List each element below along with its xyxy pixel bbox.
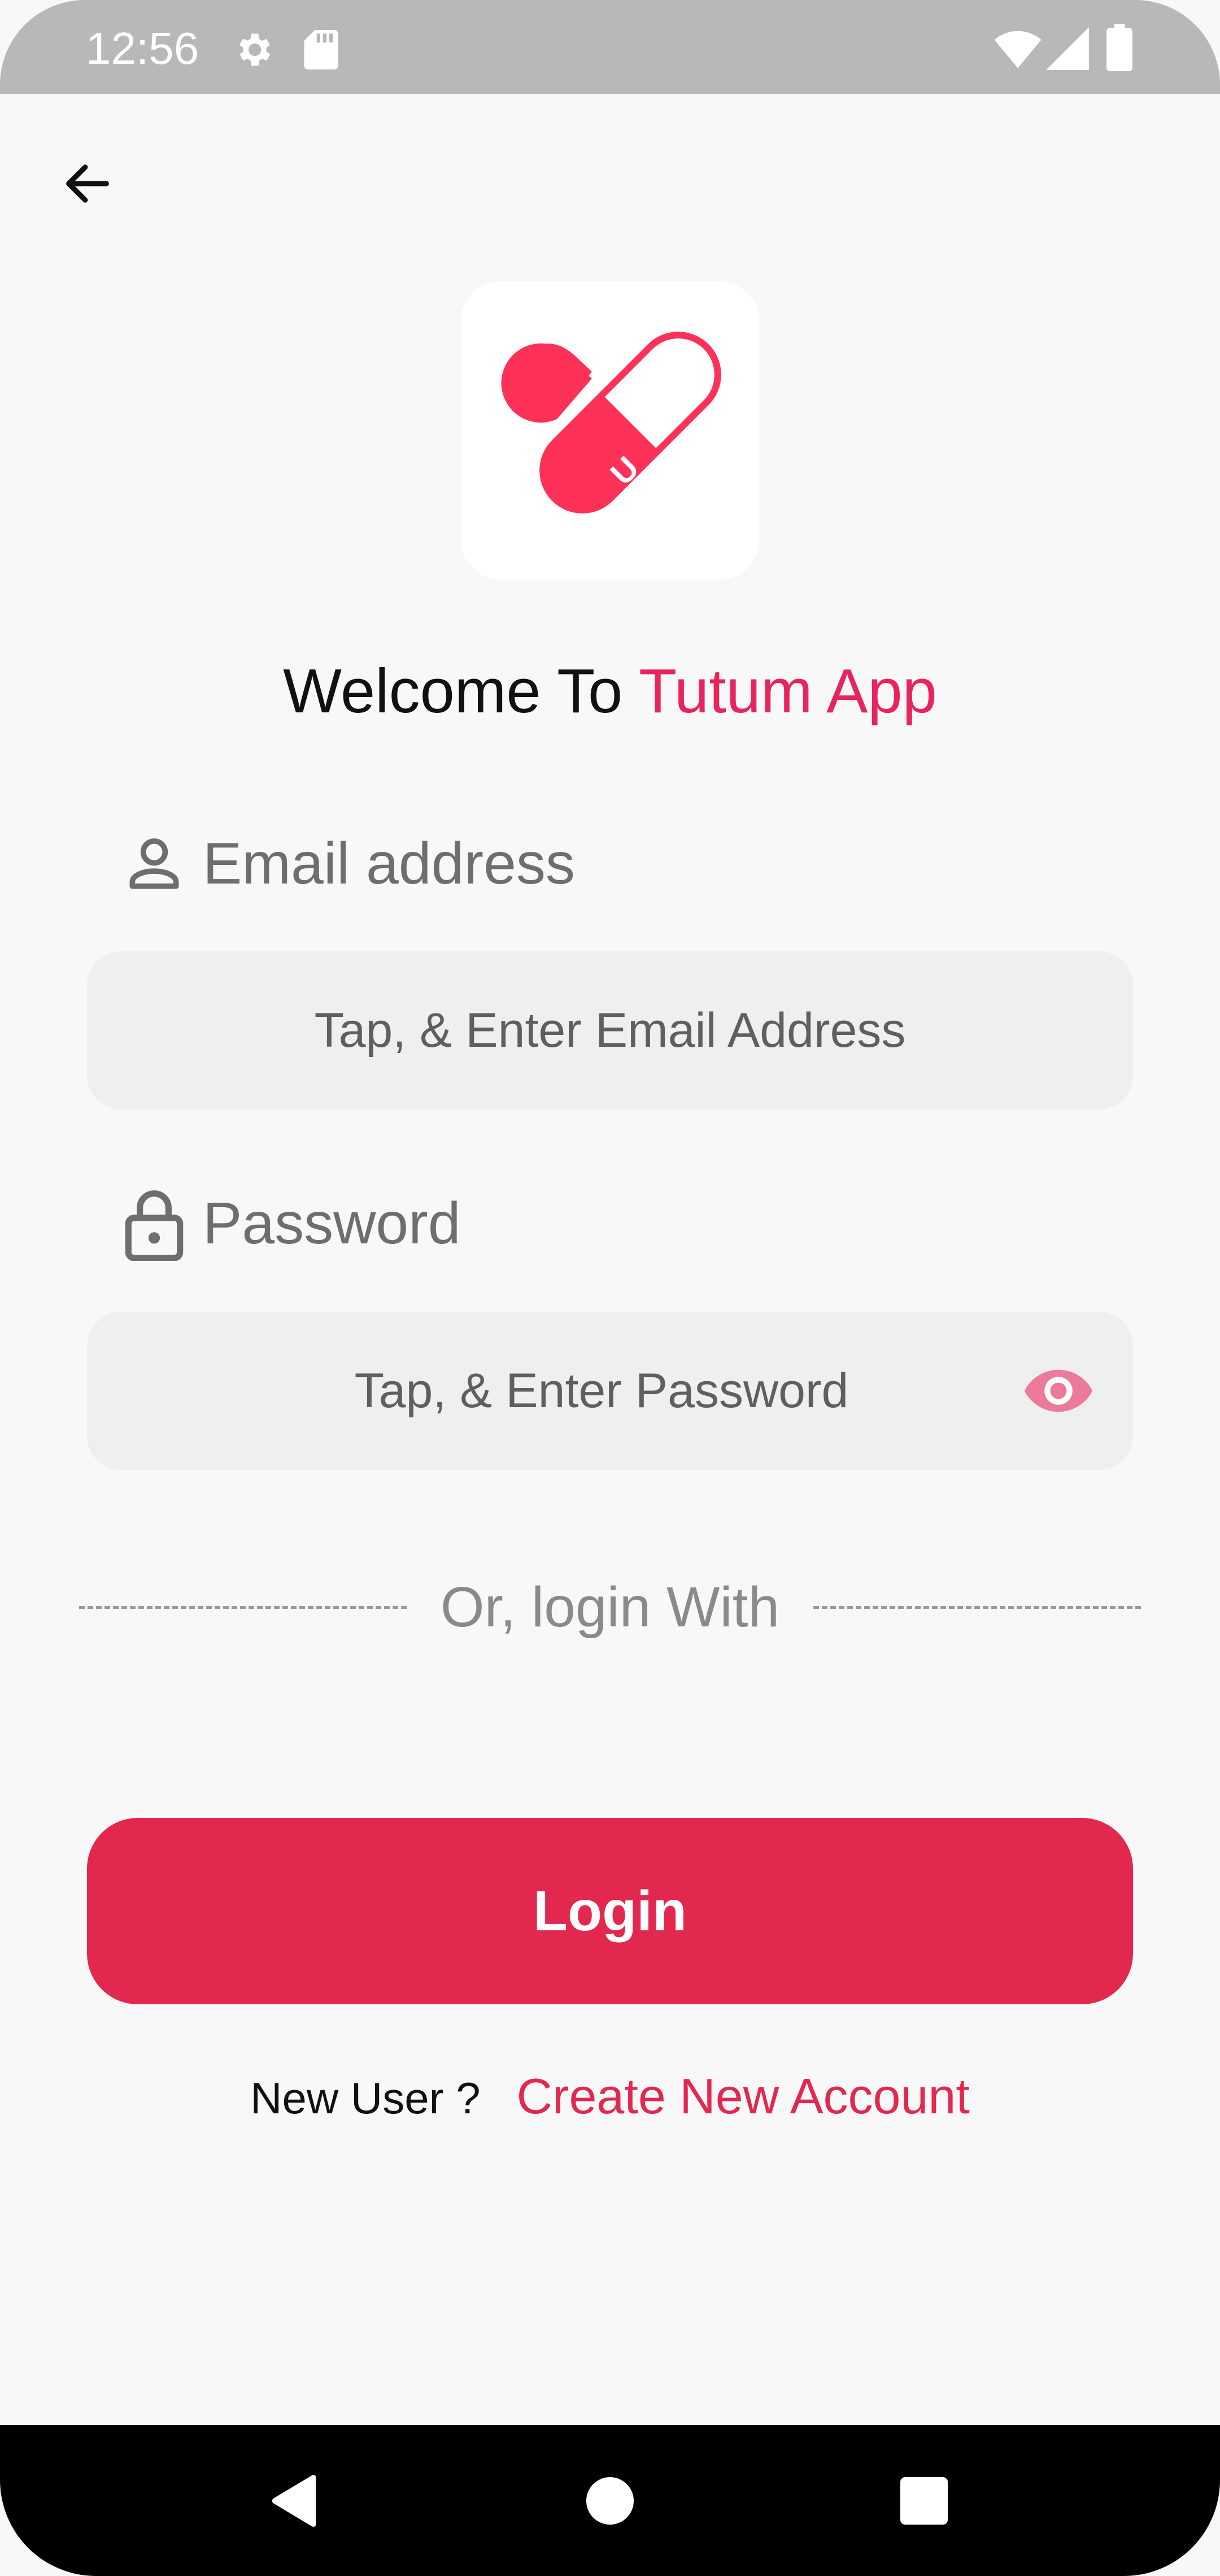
welcome-prefix: Welcome To (283, 656, 623, 726)
welcome-title: Welcome To Tutum App (0, 655, 1220, 727)
back-button[interactable] (45, 141, 130, 226)
create-account-link[interactable]: Create New Account (517, 2068, 970, 2125)
login-with-divider: Or, login With (79, 1570, 1141, 1644)
new-user-text: New User ? (250, 2073, 481, 2123)
settings-icon (239, 33, 271, 66)
back-triangle-icon (272, 2474, 316, 2527)
status-bar: 12:56 (0, 0, 1220, 94)
status-time: 12:56 (86, 23, 199, 73)
password-label-row: Password (121, 1186, 461, 1261)
eye-icon[interactable] (1023, 1363, 1093, 1419)
sd-card-icon (304, 30, 338, 69)
recents-square-icon (900, 2477, 948, 2525)
wifi-icon (994, 31, 1042, 68)
email-field[interactable]: Tap, & Enter Email Address (87, 951, 1133, 1109)
nav-recents-button[interactable] (868, 2425, 981, 2576)
email-label: Email address (203, 831, 575, 897)
password-label: Password (203, 1190, 461, 1256)
password-placeholder: Tap, & Enter Password (354, 1363, 849, 1418)
divider-line-right (813, 1605, 1141, 1609)
person-icon (129, 838, 179, 889)
nav-back-button[interactable] (237, 2425, 350, 2576)
navigation-bar (0, 2425, 1220, 2576)
lock-icon (125, 1190, 184, 1261)
app-logo: U (461, 281, 759, 580)
login-screen: 12:56 U Welcome To Tutum App Email addre… (0, 0, 1220, 2576)
nav-home-button[interactable] (554, 2425, 666, 2576)
email-label-row: Email address (121, 830, 575, 898)
password-field[interactable]: Tap, & Enter Password (87, 1312, 1133, 1470)
pill-capsule-icon: U (501, 332, 721, 514)
email-placeholder: Tap, & Enter Email Address (314, 1003, 906, 1058)
battery-icon (1106, 24, 1132, 71)
signup-row: New User ? Create New Account (0, 2068, 1220, 2125)
home-circle-icon (586, 2477, 634, 2525)
divider-line-left (79, 1605, 407, 1609)
signal-icon (1046, 27, 1089, 70)
app-name: Tutum App (638, 656, 937, 726)
divider-text: Or, login With (440, 1575, 780, 1639)
arrow-left-icon (66, 164, 109, 203)
login-button[interactable]: Login (87, 1818, 1133, 2004)
login-button-label: Login (533, 1879, 687, 1943)
